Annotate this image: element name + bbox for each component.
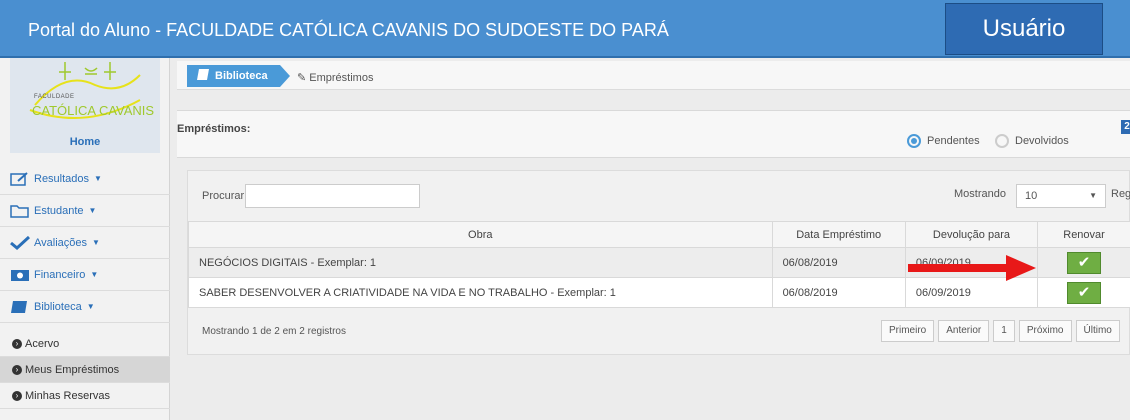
money-icon xyxy=(10,268,30,282)
breadcrumb-label: Biblioteca xyxy=(215,70,268,82)
home-link[interactable]: Home xyxy=(10,136,160,148)
sidebar-subitem-meus-emprestimos[interactable]: › Meus Empréstimos xyxy=(0,357,170,383)
logo-faculdade-text: FACULDADE xyxy=(34,94,75,100)
caret-down-icon: ▼ xyxy=(88,206,97,215)
caret-down-icon: ▼ xyxy=(90,270,99,279)
caret-down-icon: ▼ xyxy=(92,238,100,247)
annotation-arrow-icon xyxy=(908,255,1036,281)
folder-icon xyxy=(10,204,30,218)
logo-name-text: CATÓLICA CAVANIS xyxy=(32,103,155,118)
breadcrumb-label: Empréstimos xyxy=(309,72,374,84)
book-icon xyxy=(10,300,30,314)
caret-down-icon: ▼ xyxy=(1089,191,1097,200)
cell-devolucao: 06/09/2019 xyxy=(904,277,1039,308)
sidebar-item-avaliacoes[interactable]: Avaliações ▼ xyxy=(0,227,170,259)
sidebar-item-label: Financeiro xyxy=(34,268,86,281)
count-badge: 2 xyxy=(1121,120,1130,134)
sidebar-item-label: Resultados xyxy=(34,172,90,185)
pager-page-button[interactable]: 1 xyxy=(993,320,1015,342)
cell-data-emprestimo: 06/08/2019 xyxy=(771,277,906,308)
portal-title: Portal do Aluno - FACULDADE CATÓLICA CAV… xyxy=(28,20,669,40)
pencil-icon: ✎ xyxy=(297,72,310,84)
pager-first-button[interactable]: Primeiro xyxy=(881,320,935,342)
cell-renovar: ✔ xyxy=(1037,247,1130,278)
sidebar-subitem-label: Minhas Reservas xyxy=(25,389,110,402)
column-header-devolucao[interactable]: Devolução para xyxy=(904,221,1039,248)
renew-button[interactable]: ✔ xyxy=(1067,251,1102,274)
cell-obra: NEGÓCIOS DIGITAIS - Exemplar: 1 xyxy=(188,247,773,278)
records-info: Mostrando 1 de 2 em 2 registros xyxy=(202,326,346,337)
pagination: Primeiro Anterior 1 Próximo Último xyxy=(881,320,1120,342)
radio-label: Devolvidos xyxy=(1015,135,1069,147)
column-header-obra[interactable]: Obra xyxy=(188,221,773,248)
pager-previous-button[interactable]: Anterior xyxy=(938,320,990,342)
sidebar-item-financeiro[interactable]: Financeiro ▼ xyxy=(0,259,170,291)
top-bar: Portal do Aluno - FACULDADE CATÓLICA CAV… xyxy=(0,0,1130,58)
page-size-suffix: Registros xyxy=(1111,188,1130,200)
page-size-select[interactable]: 10 ▼ xyxy=(1016,184,1106,208)
breadcrumb-emprestimos: ✎ Empréstimos xyxy=(297,71,373,84)
pager-last-button[interactable]: Último xyxy=(1075,320,1120,342)
sidebar-subitem-acervo[interactable]: › Acervo xyxy=(0,331,170,357)
pager-next-button[interactable]: Próximo xyxy=(1018,320,1072,342)
book-icon xyxy=(197,69,209,83)
search-label: Procurar: xyxy=(202,190,248,202)
sidebar-subitem-label: Meus Empréstimos xyxy=(25,363,120,376)
column-header-data-emprestimo[interactable]: Data Empréstimo xyxy=(771,221,906,248)
check-icon xyxy=(10,235,31,250)
loans-panel-header: Empréstimos: Pendentes Devolvidos xyxy=(177,110,1130,158)
sidebar-item-label: Biblioteca xyxy=(34,300,82,313)
column-header-renovar: Renovar xyxy=(1037,221,1130,248)
radio-label: Pendentes xyxy=(927,135,980,147)
sidebar-item-resultados[interactable]: Resultados ▼ xyxy=(0,163,170,195)
sidebar-item-label: Avaliações xyxy=(34,236,87,249)
cell-obra: SABER DESENVOLVER A CRIATIVIDADE NA VIDA… xyxy=(188,277,773,308)
renew-button[interactable]: ✔ xyxy=(1067,281,1102,304)
sidebar-item-label: Estudante xyxy=(34,204,84,217)
page-size-value: 10 xyxy=(1025,190,1038,202)
panel-title: Empréstimos: xyxy=(177,123,251,135)
arrow-right-circle-icon: › xyxy=(12,390,22,401)
sidebar-subitem-minhas-reservas[interactable]: › Minhas Reservas xyxy=(0,383,170,409)
breadcrumb-biblioteca[interactable]: Biblioteca xyxy=(187,65,290,87)
table-row: SABER DESENVOLVER A CRIATIVIDADE NA VIDA… xyxy=(188,277,1130,308)
arrow-right-circle-icon: › xyxy=(12,364,22,375)
breadcrumb: Biblioteca ✎ Empréstimos xyxy=(177,61,1130,90)
table-header-row: Obra Data Empréstimo Devolução para Reno… xyxy=(188,221,1130,248)
sidebar-item-biblioteca[interactable]: Biblioteca ▼ xyxy=(0,291,170,323)
cell-renovar: ✔ xyxy=(1037,277,1130,308)
sidebar: FACULDADE CATÓLICA CAVANIS Home Resultad… xyxy=(0,58,170,420)
radio-unchecked-icon xyxy=(995,134,1009,148)
page-size-label: Mostrando xyxy=(954,188,1006,200)
radio-pendentes[interactable]: Pendentes xyxy=(907,134,980,148)
sidebar-item-estudante[interactable]: Estudante ▼ xyxy=(0,195,170,227)
cell-data-emprestimo: 06/08/2019 xyxy=(771,247,906,278)
caret-down-icon: ▼ xyxy=(94,174,102,183)
radio-checked-icon xyxy=(907,134,921,148)
user-menu-button[interactable]: Usuário xyxy=(945,3,1103,55)
institution-logo[interactable]: FACULDADE CATÓLICA CAVANIS Home xyxy=(10,58,160,153)
search-input[interactable] xyxy=(245,184,420,208)
radio-devolvidos[interactable]: Devolvidos xyxy=(995,134,1069,148)
arrow-right-circle-icon: › xyxy=(12,338,22,349)
caret-down-icon: ▼ xyxy=(86,302,95,311)
sidebar-subitem-label: Acervo xyxy=(25,337,60,350)
edit-icon xyxy=(10,171,30,186)
